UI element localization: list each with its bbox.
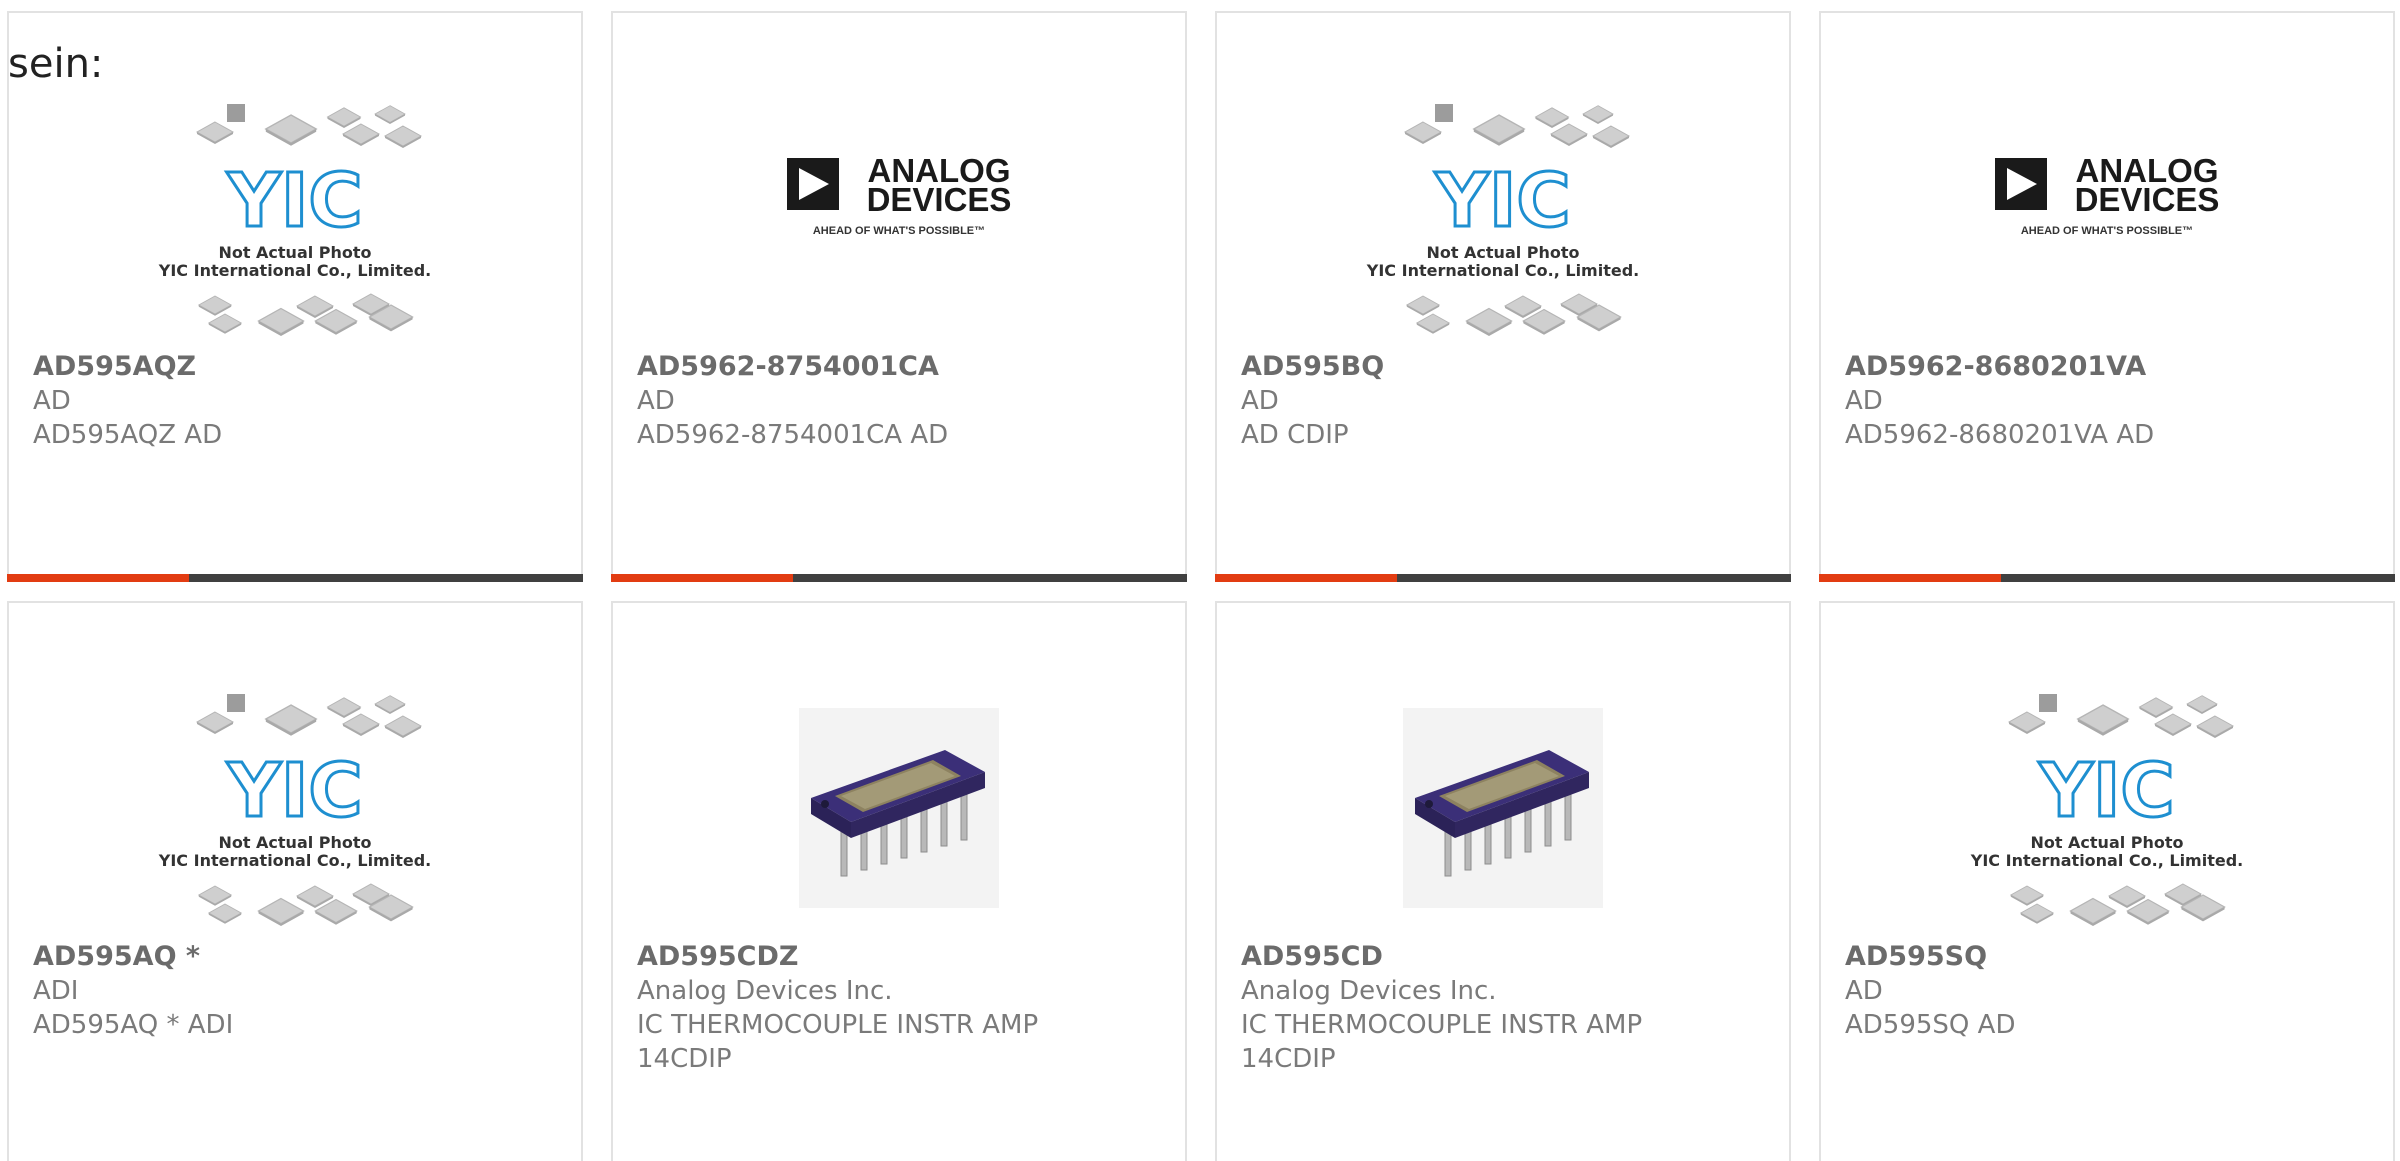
- product-info: AD595CDZ Analog Devices Inc. IC THERMOCO…: [637, 940, 1165, 1076]
- chip-cluster-top: [196, 693, 422, 738]
- product-card[interactable]: YIC Not Actual Photo YIC International C…: [7, 11, 583, 582]
- chip-cluster-bottom: [1406, 293, 1622, 336]
- product-info: AD5962-8680201VA AD AD5962-8680201VA AD: [1845, 350, 2373, 452]
- product-image-chip-photo[interactable]: [1217, 685, 1789, 950]
- product-image-adi-logo[interactable]: ANALOG DEVICES AHEAD OF WHAT'S POSSIBLE™: [1821, 95, 2393, 360]
- product-card[interactable]: YIC Not Actual Photo YIC International C…: [1215, 11, 1791, 582]
- chip-cluster-top: [2008, 693, 2234, 738]
- product-image-placeholder[interactable]: YIC Not Actual Photo YIC International C…: [9, 685, 581, 950]
- card-bottom-bar: [1215, 574, 1791, 582]
- product-card[interactable]: AD595CDZ Analog Devices Inc. IC THERMOCO…: [611, 601, 1187, 1161]
- analog-devices-logo: ANALOG DEVICES AHEAD OF WHAT'S POSSIBLE™: [787, 152, 1011, 237]
- placeholder-caption-2: YIC International Co., Limited.: [1970, 851, 2243, 870]
- product-manufacturer: AD: [1845, 976, 1883, 1006]
- product-manufacturer: AD: [1845, 386, 1883, 416]
- product-part-number[interactable]: AD595AQ *: [33, 940, 561, 974]
- product-manufacturer: Analog Devices Inc.: [1241, 976, 1497, 1006]
- placeholder-caption-2: YIC International Co., Limited.: [158, 851, 431, 870]
- product-card[interactable]: AD595CD Analog Devices Inc. IC THERMOCOU…: [1215, 601, 1791, 1161]
- product-grid-page: sein: YIC Not Actual Photo YIC Internati…: [0, 0, 2400, 1161]
- product-package: 14CDIP: [1241, 1044, 1336, 1074]
- chip-cluster-top: [196, 103, 422, 148]
- product-card[interactable]: YIC Not Actual Photo YIC International C…: [1819, 601, 2395, 1161]
- yic-logo: YIC: [1433, 156, 1572, 245]
- svg-text:DEVICES: DEVICES: [2075, 181, 2220, 218]
- product-part-number[interactable]: AD5962-8754001CA: [637, 350, 1165, 384]
- product-image-placeholder[interactable]: YIC Not Actual Photo YIC International C…: [1217, 95, 1789, 360]
- product-part-number[interactable]: AD595SQ: [1845, 940, 2373, 974]
- card-bar-accent: [1819, 574, 2001, 582]
- product-info: AD595CD Analog Devices Inc. IC THERMOCOU…: [1241, 940, 1769, 1076]
- product-info: AD5962-8754001CA AD AD5962-8754001CA AD: [637, 350, 1165, 452]
- product-description: AD595AQZ AD: [33, 420, 223, 450]
- placeholder-caption-1: Not Actual Photo: [2030, 833, 2183, 852]
- card-bar-accent: [7, 574, 189, 582]
- product-card[interactable]: YIC Not Actual Photo YIC International C…: [7, 601, 583, 1161]
- product-description: AD5962-8680201VA AD: [1845, 420, 2155, 450]
- card-bottom-bar: [7, 574, 583, 582]
- yic-logo: YIC: [225, 156, 364, 245]
- product-description: AD595SQ AD: [1845, 1010, 2016, 1040]
- chip-cluster-top: [1404, 103, 1630, 148]
- cdip-chip-icon: [799, 707, 999, 908]
- product-manufacturer: AD: [637, 386, 675, 416]
- product-manufacturer: ADI: [33, 976, 79, 1006]
- product-description: AD CDIP: [1241, 420, 1349, 450]
- card-bottom-bar: [1819, 574, 2395, 582]
- placeholder-caption-1: Not Actual Photo: [218, 833, 371, 852]
- svg-text:AHEAD OF WHAT'S POSSIBLE™: AHEAD OF WHAT'S POSSIBLE™: [813, 225, 985, 237]
- product-image-adi-logo[interactable]: ANALOG DEVICES AHEAD OF WHAT'S POSSIBLE™: [613, 95, 1185, 360]
- placeholder-caption-1: Not Actual Photo: [218, 243, 371, 262]
- svg-text:AHEAD OF WHAT'S POSSIBLE™: AHEAD OF WHAT'S POSSIBLE™: [2021, 225, 2193, 237]
- product-package: 14CDIP: [637, 1044, 732, 1074]
- card-bar-accent: [611, 574, 793, 582]
- product-manufacturer: Analog Devices Inc.: [637, 976, 893, 1006]
- analog-devices-logo: ANALOG DEVICES AHEAD OF WHAT'S POSSIBLE™: [1995, 152, 2219, 237]
- product-part-number[interactable]: AD595BQ: [1241, 350, 1769, 384]
- product-info: AD595BQ AD AD CDIP: [1241, 350, 1769, 452]
- product-part-number[interactable]: AD595CD: [1241, 940, 1769, 974]
- product-image-placeholder[interactable]: YIC Not Actual Photo YIC International C…: [9, 95, 581, 360]
- product-card[interactable]: ANALOG DEVICES AHEAD OF WHAT'S POSSIBLE™…: [611, 11, 1187, 582]
- product-image-chip-photo[interactable]: [613, 685, 1185, 950]
- product-description: IC THERMOCOUPLE INSTR AMP: [1241, 1010, 1643, 1040]
- product-description: IC THERMOCOUPLE INSTR AMP: [637, 1010, 1039, 1040]
- svg-text:YIC: YIC: [226, 158, 362, 244]
- placeholder-caption-1: Not Actual Photo: [1426, 243, 1579, 262]
- product-info: AD595SQ AD AD595SQ AD: [1845, 940, 2373, 1042]
- svg-text:YIC: YIC: [1434, 158, 1570, 244]
- product-info: AD595AQZ AD AD595AQZ AD: [33, 350, 561, 452]
- svg-text:DEVICES: DEVICES: [867, 181, 1012, 218]
- yic-logo: YIC: [225, 746, 364, 835]
- placeholder-caption-2: YIC International Co., Limited.: [1366, 261, 1639, 280]
- product-info: AD595AQ * ADI AD595AQ * ADI: [33, 940, 561, 1042]
- product-image-placeholder[interactable]: YIC Not Actual Photo YIC International C…: [1821, 685, 2393, 950]
- placeholder-caption-2: YIC International Co., Limited.: [158, 261, 431, 280]
- product-part-number[interactable]: AD595AQZ: [33, 350, 561, 384]
- chip-cluster-bottom: [198, 883, 414, 926]
- lead-text: sein:: [8, 41, 104, 87]
- product-description: AD595AQ * ADI: [33, 1010, 234, 1040]
- chip-cluster-bottom: [198, 293, 414, 336]
- product-description: AD5962-8754001CA AD: [637, 420, 949, 450]
- chip-cluster-bottom: [2010, 883, 2226, 926]
- card-bottom-bar: [611, 574, 1187, 582]
- svg-text:YIC: YIC: [2038, 748, 2174, 834]
- yic-logo: YIC: [2037, 746, 2176, 835]
- svg-text:YIC: YIC: [226, 748, 362, 834]
- cdip-chip-icon: [1403, 707, 1603, 908]
- product-part-number[interactable]: AD595CDZ: [637, 940, 1165, 974]
- product-card[interactable]: ANALOG DEVICES AHEAD OF WHAT'S POSSIBLE™…: [1819, 11, 2395, 582]
- product-manufacturer: AD: [1241, 386, 1279, 416]
- product-manufacturer: AD: [33, 386, 71, 416]
- card-bar-accent: [1215, 574, 1397, 582]
- product-part-number[interactable]: AD5962-8680201VA: [1845, 350, 2373, 384]
